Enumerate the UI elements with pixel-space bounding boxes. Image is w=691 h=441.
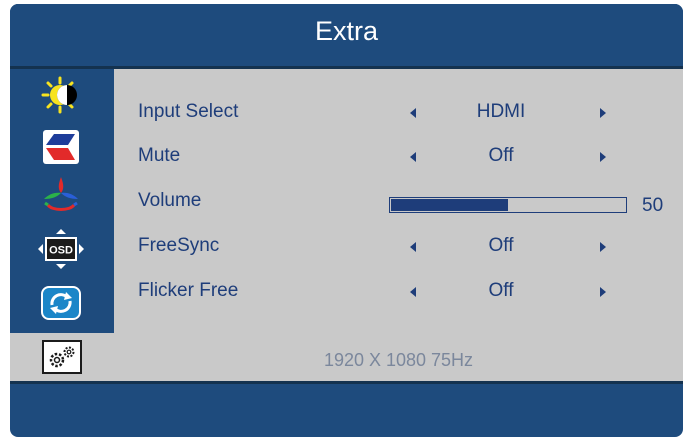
reset-icon	[41, 286, 81, 320]
freesync-label: FreeSync	[138, 235, 220, 256]
brightness-contrast-icon	[41, 76, 77, 114]
footer-divider	[10, 381, 683, 384]
mute-prev-icon[interactable]	[410, 152, 416, 162]
osd-menu: Extra OSD Input Select HDMI Mute Off Vol…	[10, 4, 683, 437]
menu-panel: Input Select HDMI Mute Off Volume 50 Fre…	[114, 69, 683, 381]
osd-setup-icon: OSD	[38, 229, 84, 269]
flicker-free-value[interactable]: Off	[441, 280, 561, 302]
gear-icon	[42, 340, 82, 374]
flicker-free-prev-icon[interactable]	[410, 287, 416, 297]
sidebar-item-brightness-contrast[interactable]	[32, 75, 90, 115]
freesync-value[interactable]: Off	[441, 235, 561, 257]
volume-label: Volume	[138, 190, 202, 211]
volume-slider[interactable]	[389, 197, 627, 213]
volume-slider-fill	[391, 199, 508, 211]
input-select-prev-icon[interactable]	[410, 108, 416, 118]
flicker-free-label: Flicker Free	[138, 280, 239, 301]
osd-header: Extra	[10, 4, 683, 66]
volume-value: 50	[642, 195, 664, 216]
osd-icon-label: OSD	[49, 245, 73, 257]
mute-next-icon[interactable]	[600, 152, 606, 162]
freesync-next-icon[interactable]	[600, 242, 606, 252]
mute-value[interactable]: Off	[441, 145, 561, 167]
sidebar-item-color[interactable]	[32, 175, 90, 215]
sidebar-item-osd[interactable]: OSD	[32, 229, 90, 269]
sidebar-item-extra[interactable]	[10, 333, 114, 381]
input-select-label: Input Select	[138, 101, 239, 122]
input-select-value[interactable]: HDMI	[441, 101, 561, 123]
input-select-next-icon[interactable]	[600, 108, 606, 118]
sidebar: OSD	[10, 69, 114, 381]
page-title: Extra	[314, 16, 379, 46]
color-setup-icon	[44, 177, 78, 211]
image-setup-icon	[43, 130, 79, 164]
sidebar-item-image[interactable]	[32, 127, 90, 167]
mute-label: Mute	[138, 145, 181, 166]
freesync-prev-icon[interactable]	[410, 242, 416, 252]
sidebar-item-reset[interactable]	[32, 283, 90, 323]
flicker-free-next-icon[interactable]	[600, 287, 606, 297]
resolution-status: 1920 X 1080 75Hz	[323, 350, 474, 370]
